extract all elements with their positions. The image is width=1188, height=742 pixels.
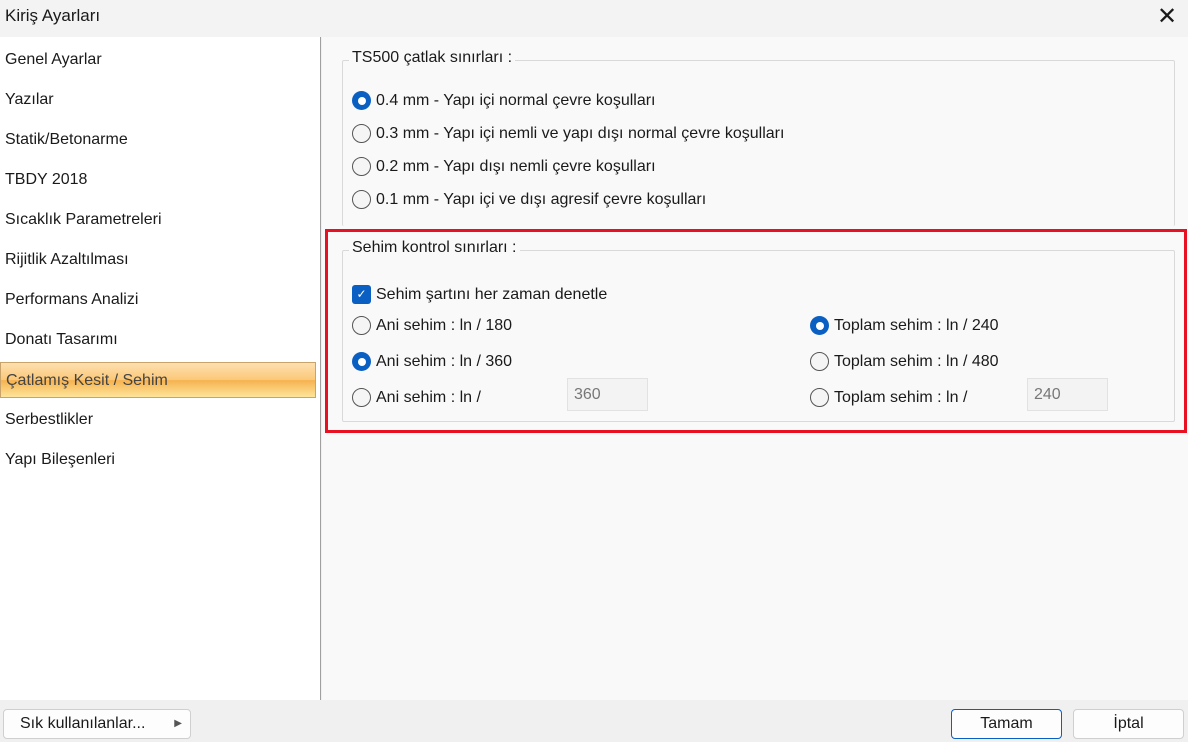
sidebar-item[interactable]: Performans Analizi: [0, 282, 316, 318]
radio-icon: [352, 124, 371, 143]
radio-icon: [352, 91, 371, 110]
favorites-button[interactable]: Sık kullanılanlar... ▶: [3, 709, 191, 739]
sidebar-item[interactable]: Statik/Betonarme: [0, 122, 316, 158]
sidebar-item[interactable]: Rijitlik Azaltılması: [0, 242, 316, 278]
close-icon[interactable]: ✕: [1152, 2, 1182, 32]
radio-icon: [352, 157, 371, 176]
crack-option-radio[interactable]: 0.4 mm - Yapı içi normal çevre koşulları: [352, 91, 656, 110]
sidebar: Genel Ayarlar Yazılar Statik/Betonarme TBDY…: [0, 37, 321, 700]
crack-option-radio[interactable]: 0.1 mm - Yapı içi ve dışı agresif çevre …: [352, 190, 706, 209]
sidebar-item[interactable]: Genel Ayarlar: [0, 42, 316, 78]
sidebar-item[interactable]: Yazılar: [0, 82, 316, 118]
radio-label: 0.3 mm - Yapı içi nemli ve yapı dışı nor…: [376, 124, 785, 142]
crack-option-radio[interactable]: 0.2 mm - Yapı dışı nemli çevre koşulları: [352, 157, 656, 176]
radio-icon: [352, 190, 371, 209]
crack-option-radio[interactable]: 0.3 mm - Yapı içi nemli ve yapı dışı nor…: [352, 124, 784, 143]
radio-label: 0.2 mm - Yapı dışı nemli çevre koşulları: [376, 157, 656, 175]
favorites-label: Sık kullanılanlar...: [20, 715, 146, 732]
sidebar-item[interactable]: Yapı Bileşenleri: [0, 442, 316, 478]
sidebar-item[interactable]: Serbestlikler: [0, 402, 316, 438]
sidebar-item[interactable]: Donatı Tasarımı: [0, 322, 316, 358]
highlight-box: [325, 229, 1187, 433]
title-bar: Kiriş Ayarları ✕: [0, 0, 1188, 37]
radio-label: 0.4 mm - Yapı içi normal çevre koşulları: [376, 91, 656, 109]
cancel-button[interactable]: İptal: [1073, 709, 1184, 739]
sidebar-item[interactable]: Sıcaklık Parametreleri: [0, 202, 316, 238]
crack-limits-title: TS500 çatlak sınırları :: [349, 49, 516, 67]
ok-button[interactable]: Tamam: [951, 709, 1062, 739]
chevron-right-icon: ▶: [174, 718, 182, 729]
window-title: Kiriş Ayarları: [5, 6, 101, 25]
sidebar-item[interactable]: TBDY 2018: [0, 162, 316, 198]
radio-label: 0.1 mm - Yapı içi ve dışı agresif çevre …: [376, 190, 707, 208]
sidebar-item[interactable]: Çatlamış Kesit / Sehim: [0, 362, 316, 398]
